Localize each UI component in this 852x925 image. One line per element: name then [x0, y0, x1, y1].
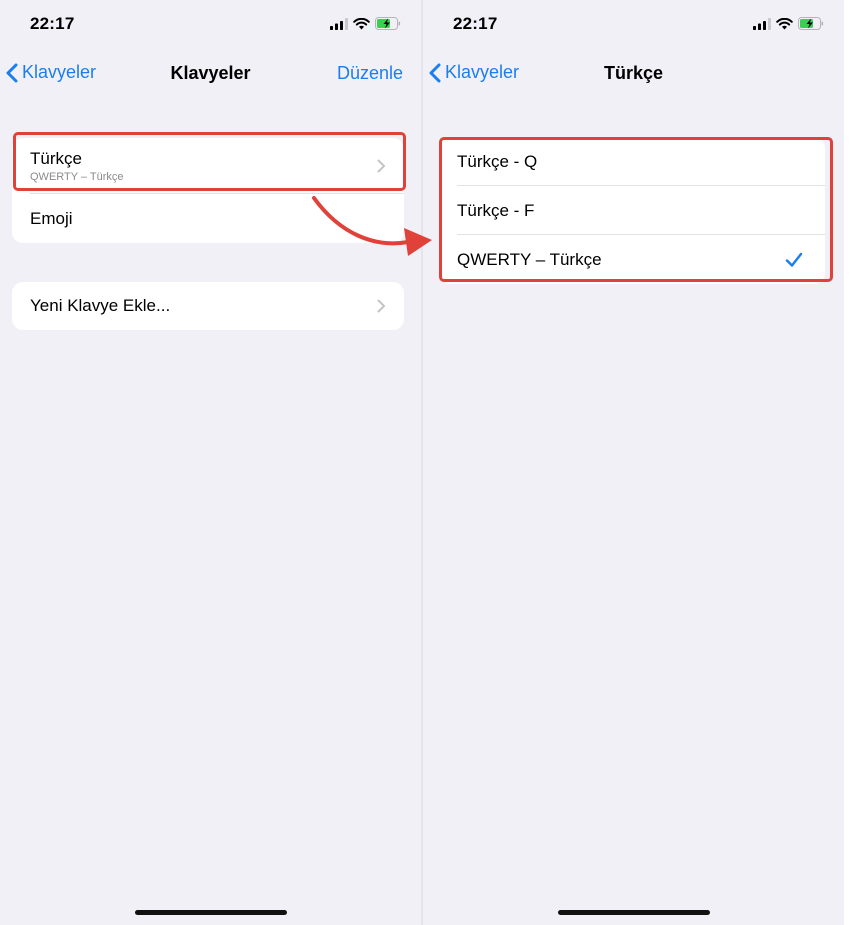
- battery-charging-icon: [375, 17, 401, 30]
- status-bar: 22:17: [0, 0, 421, 50]
- cellular-signal-icon: [753, 17, 771, 30]
- status-time: 22:17: [453, 14, 498, 33]
- status-bar: 22:17: [423, 0, 844, 50]
- status-time: 22:17: [30, 14, 75, 33]
- chevron-right-icon: [377, 299, 385, 313]
- status-icons: [330, 17, 401, 30]
- highlight-layout-list: [439, 137, 833, 282]
- add-new-keyboard-button[interactable]: Yeni Klavye Ekle...: [12, 282, 404, 330]
- cellular-signal-icon: [330, 17, 348, 30]
- navigation-bar: Klavyeler Klavyeler Düzenle: [0, 55, 421, 93]
- add-keyboard-list: Yeni Klavye Ekle...: [12, 282, 404, 330]
- navigation-bar: Klavyeler Türkçe: [423, 55, 844, 93]
- row-title: Yeni Klavye Ekle...: [30, 296, 171, 315]
- highlight-turkish-row: [13, 132, 406, 191]
- wifi-icon: [776, 17, 793, 29]
- status-icons: [753, 17, 824, 30]
- battery-charging-icon: [798, 17, 824, 30]
- home-indicator: [557, 910, 710, 915]
- tutorial-image: 22:17 Klavyeler Klavyeler Düzenle Türkçe…: [0, 0, 852, 925]
- annotation-arrow-icon: [312, 196, 432, 256]
- edit-button[interactable]: Düzenle: [337, 63, 403, 84]
- home-indicator: [134, 910, 287, 915]
- wifi-icon: [353, 17, 370, 29]
- page-title: Türkçe: [603, 63, 664, 83]
